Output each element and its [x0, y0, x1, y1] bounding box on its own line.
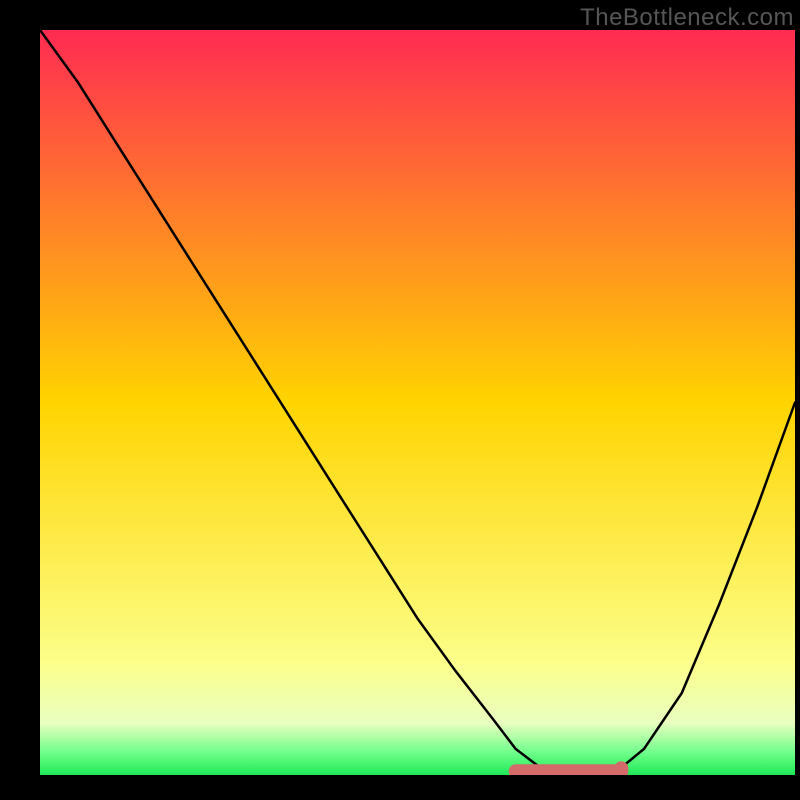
curve-optimal-end-marker: [614, 761, 628, 775]
watermark: TheBottleneck.com: [580, 4, 794, 32]
bottleneck-chart: [0, 0, 800, 800]
chart-plot-area: [40, 30, 795, 775]
